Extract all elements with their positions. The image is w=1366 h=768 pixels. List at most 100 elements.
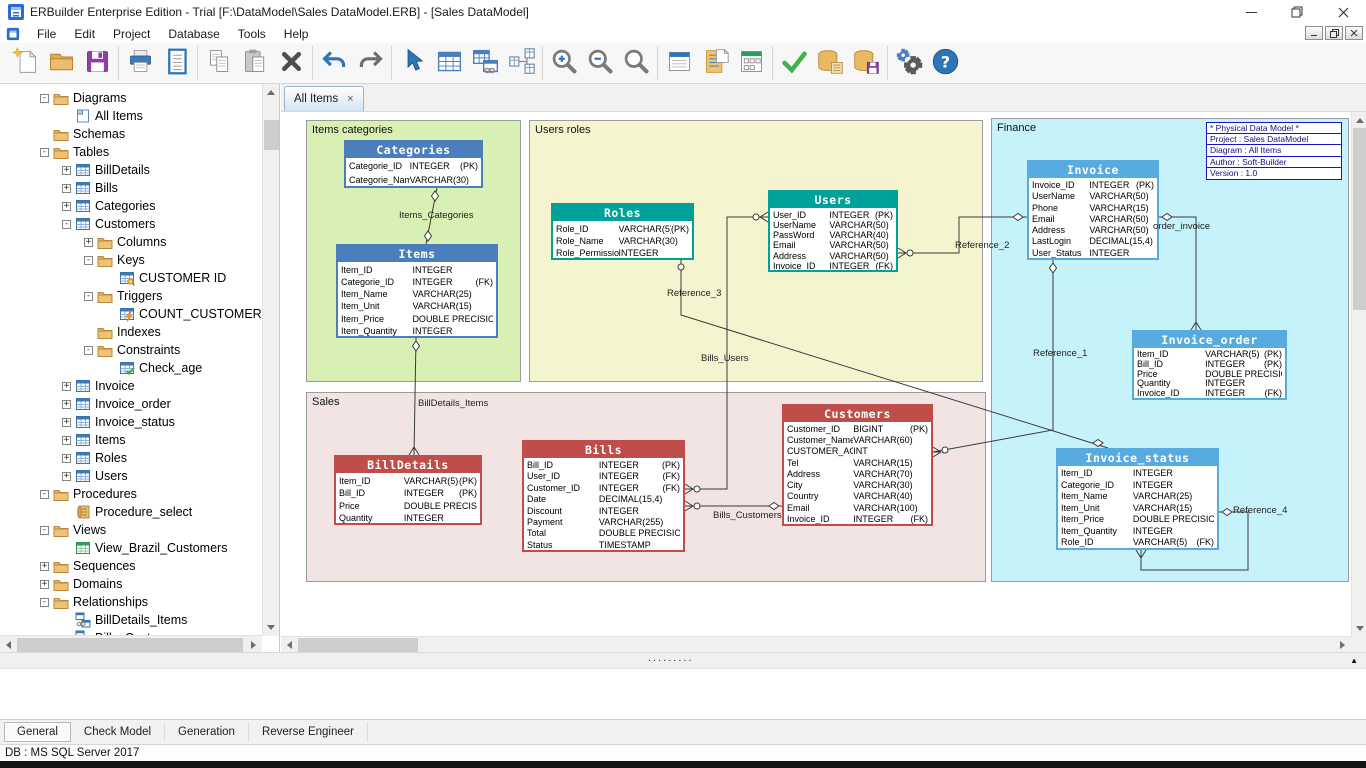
toolbar-model-hierarchy-button[interactable] — [503, 46, 539, 80]
expand-plus-icon[interactable]: + — [84, 238, 93, 247]
toolbar-paste-button[interactable] — [237, 46, 273, 80]
sidebar-item-relationships[interactable]: -Relationships — [0, 593, 262, 611]
toolbar-generate-database-button[interactable] — [812, 46, 848, 80]
scroll-right-arrow[interactable] — [1335, 637, 1351, 653]
tab-all-items[interactable]: All Items × — [284, 86, 364, 111]
sidebar-item-billdetails[interactable]: +BillDetails — [0, 161, 262, 179]
menu-database[interactable]: Database — [159, 25, 228, 43]
sidebar-item-triggers[interactable]: -Triggers — [0, 287, 262, 305]
expand-minus-icon[interactable]: - — [62, 220, 71, 229]
expand-plus-icon[interactable]: + — [62, 202, 71, 211]
menu-project[interactable]: Project — [104, 25, 159, 43]
scroll-left-arrow[interactable] — [0, 637, 16, 653]
expand-plus-icon[interactable]: + — [62, 382, 71, 391]
toolbar-copy-button[interactable] — [201, 46, 237, 80]
sidebar-item-tables[interactable]: -Tables — [0, 143, 262, 161]
menu-file[interactable]: File — [28, 25, 65, 43]
scroll-thumb[interactable] — [264, 120, 279, 150]
toolbar-save-button[interactable] — [79, 46, 115, 80]
expand-plus-icon[interactable]: + — [62, 454, 71, 463]
entity-table-invoice-status[interactable]: Invoice_statusItem_IDINTEGERCategorie_ID… — [1056, 448, 1219, 550]
sidebar-item-roles[interactable]: +Roles — [0, 449, 262, 467]
entity-table-invoice[interactable]: InvoiceInvoice_IDINTEGER(PK)UserNameVARC… — [1027, 160, 1159, 260]
sidebar-item-bills[interactable]: +Bills — [0, 179, 262, 197]
sidebar-item-procedures[interactable]: -Procedures — [0, 485, 262, 503]
bottom-tab-generation[interactable]: Generation — [165, 722, 249, 742]
scroll-down-arrow[interactable] — [1352, 621, 1366, 637]
toolbar-open-folder-button[interactable] — [43, 46, 79, 80]
relationship-reference-2[interactable] — [898, 214, 1027, 259]
toolbar-redo-button[interactable] — [352, 46, 388, 80]
bottom-tab-general[interactable]: General — [4, 722, 71, 742]
scroll-left-arrow[interactable] — [281, 637, 297, 653]
menu-edit[interactable]: Edit — [65, 25, 104, 43]
toolbar-grid-view-button[interactable] — [733, 46, 769, 80]
expand-minus-icon[interactable]: - — [40, 526, 49, 535]
diagram-canvas[interactable]: Items categoriesUsers rolesSalesFinanceI… — [281, 112, 1351, 636]
sidebar-item-sequences[interactable]: +Sequences — [0, 557, 262, 575]
expand-plus-icon[interactable]: + — [40, 580, 49, 589]
sidebar-item-categories[interactable]: +Categories — [0, 197, 262, 215]
toolbar-zoom-out-button[interactable] — [582, 46, 618, 80]
expand-minus-icon[interactable]: - — [84, 292, 93, 301]
sidebar-item-schemas[interactable]: Schemas — [0, 125, 262, 143]
relationship-billdetails-items[interactable] — [409, 338, 420, 455]
sidebar-item-invoice[interactable]: +Invoice — [0, 377, 262, 395]
sidebar-horizontal-scrollbar[interactable] — [0, 635, 262, 652]
menu-help[interactable]: Help — [275, 25, 318, 43]
expand-plus-icon[interactable]: + — [62, 418, 71, 427]
sidebar-item-count-customers[interactable]: COUNT_CUSTOMERS — [0, 305, 262, 323]
expand-minus-icon[interactable]: - — [84, 346, 93, 355]
sidebar-item-columns[interactable]: +Columns — [0, 233, 262, 251]
expand-minus-icon[interactable]: - — [40, 598, 49, 607]
sidebar-item-invoice-order[interactable]: +Invoice_order — [0, 395, 262, 413]
scroll-thumb[interactable] — [1353, 128, 1366, 310]
menu-tools[interactable]: Tools — [229, 25, 275, 43]
toolbar-new-file-button[interactable] — [7, 46, 43, 80]
toolbar-report-button[interactable] — [158, 46, 194, 80]
sidebar-vertical-scrollbar[interactable] — [262, 84, 279, 636]
sidebar-item-check-age[interactable]: Check_age — [0, 359, 262, 377]
entity-table-categories[interactable]: CategoriesCategorie_IDINTEGER(PK)Categor… — [344, 140, 483, 188]
expand-plus-icon[interactable]: + — [62, 166, 71, 175]
expand-minus-icon[interactable]: - — [40, 490, 49, 499]
toolbar-list-view-button[interactable] — [661, 46, 697, 80]
toolbar-select-pointer-button[interactable] — [395, 46, 431, 80]
mdi-restore-button[interactable] — [1325, 26, 1343, 40]
sidebar-item-all-items[interactable]: All Items — [0, 107, 262, 125]
expand-plus-icon[interactable]: + — [40, 562, 49, 571]
entity-table-bills[interactable]: BillsBill_IDINTEGER(PK)User_IDINTEGER(FK… — [522, 440, 685, 552]
horizontal-splitter[interactable]: ......... ▲ — [0, 652, 1366, 668]
toolbar-delete-button[interactable] — [273, 46, 309, 80]
sidebar-item-customer-id[interactable]: CUSTOMER ID — [0, 269, 262, 287]
sidebar-item-keys[interactable]: -Keys — [0, 251, 262, 269]
scroll-down-arrow[interactable] — [263, 620, 279, 636]
entity-table-items[interactable]: ItemsItem_IDINTEGERCategorie_IDINTEGER(F… — [336, 244, 498, 338]
sidebar-item-indexes[interactable]: Indexes — [0, 323, 262, 341]
expand-plus-icon[interactable]: + — [62, 400, 71, 409]
toolbar-save-database-button[interactable] — [848, 46, 884, 80]
expand-minus-icon[interactable]: - — [40, 94, 49, 103]
splitter-handle[interactable]: ......... — [648, 652, 694, 664]
entity-table-roles[interactable]: RolesRole_IDVARCHAR(5)(PK)Role_NameVARCH… — [551, 203, 694, 260]
toolbar-zoom-search-button[interactable] — [618, 46, 654, 80]
sidebar-item-diagrams[interactable]: -Diagrams — [0, 89, 262, 107]
toolbar-zoom-in-button[interactable] — [546, 46, 582, 80]
bottom-tab-check-model[interactable]: Check Model — [71, 722, 165, 742]
toolbar-settings-gears-button[interactable] — [891, 46, 927, 80]
sidebar-item-invoice-status[interactable]: +Invoice_status — [0, 413, 262, 431]
sidebar-item-constraints[interactable]: -Constraints — [0, 341, 262, 359]
sidebar-item-customers[interactable]: -Customers — [0, 215, 262, 233]
tab-close-icon[interactable]: × — [347, 94, 353, 104]
entity-table-invoice-order[interactable]: Invoice_orderItem_IDVARCHAR(5)(PK)Bill_I… — [1132, 330, 1287, 400]
scroll-up-arrow[interactable] — [1352, 112, 1366, 128]
sidebar-item-billdetails-items[interactable]: BillDetails_Items — [0, 611, 262, 629]
collapse-panel-icon[interactable]: ▲ — [1350, 656, 1358, 665]
sidebar-item-views[interactable]: -Views — [0, 521, 262, 539]
scroll-right-arrow[interactable] — [246, 637, 262, 653]
expand-plus-icon[interactable]: + — [62, 472, 71, 481]
expand-plus-icon[interactable]: + — [62, 436, 71, 445]
mdi-close-button[interactable] — [1345, 26, 1363, 40]
entity-table-users[interactable]: UsersUser_IDINTEGER(PK)UserNameVARCHAR(5… — [768, 190, 898, 272]
sidebar-item-view-brazil-customers[interactable]: View_Brazil_Customers — [0, 539, 262, 557]
